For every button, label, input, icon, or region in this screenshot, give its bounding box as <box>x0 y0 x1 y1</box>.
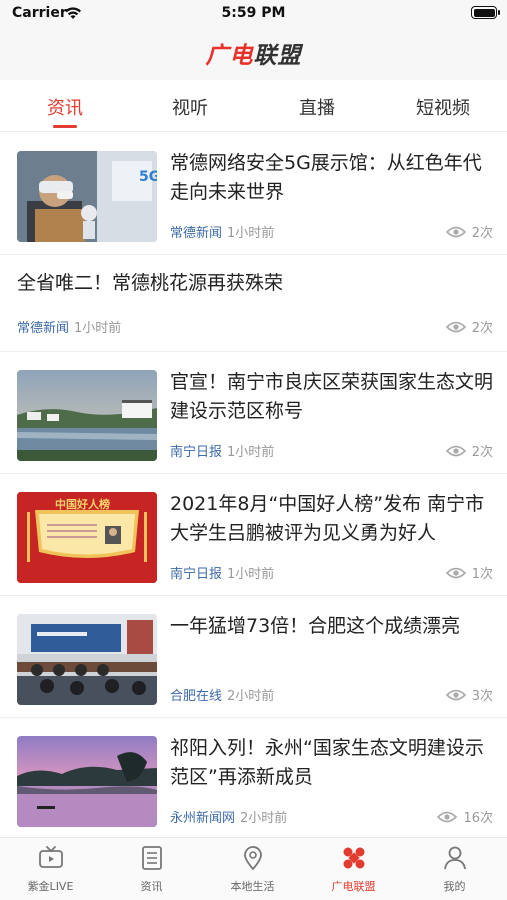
news-item[interactable]: 全省唯二！常德桃花源再获殊荣 常德新闻 1小时前 2次 <box>0 255 507 352</box>
news-item[interactable]: 一年猛增73倍！合肥这个成绩漂亮 合肥在线 2小时前 3次 <box>0 596 507 718</box>
active-tab-indicator <box>53 125 77 128</box>
news-source: 永州新闻网 <box>170 811 236 826</box>
news-meta: 南宁日报 1小时前 <box>170 441 274 460</box>
tab-bar-item-mine[interactable]: 我的 <box>404 844 505 894</box>
tab-bar-label: 紫金LIVE <box>27 880 74 893</box>
view-count-value: 2次 <box>471 321 493 336</box>
view-count-value: 3次 <box>471 689 493 704</box>
tab-bar-item-alliance[interactable]: 广电联盟 <box>303 844 404 894</box>
tab-bar-item-news[interactable]: 资讯 <box>101 844 202 894</box>
news-time: 1小时前 <box>74 321 122 336</box>
location-icon <box>243 846 262 871</box>
news-item[interactable]: 官宣！南宁市良庆区荣获国家生态文明建设示范区称号 南宁日报 1小时前 2次 <box>0 352 507 474</box>
view-count: 1次 <box>445 563 493 582</box>
news-icon <box>141 846 162 870</box>
bottom-tab-bar: 紫金LIVE 资讯 本地生活 广电联盟 我的 <box>0 837 507 900</box>
news-meta: 常德新闻 1小时前 <box>17 317 121 336</box>
news-list: 5G 常德网络安全5G展示馆：从红色年代走向未来世界 常德新闻 1小时前 2次 全… <box>0 133 507 840</box>
news-title: 全省唯二！常德桃花源再获殊荣 <box>17 272 284 294</box>
category-tabs: 资讯 视听 直播 短视频 <box>0 80 507 132</box>
tab-bar-item-live[interactable]: 紫金LIVE <box>0 844 101 894</box>
view-count-value: 2次 <box>471 445 493 460</box>
tab-audio-video[interactable]: 视听 <box>145 94 235 120</box>
eye-icon <box>445 445 466 456</box>
svg-text:5G: 5G <box>139 169 157 185</box>
view-count: 2次 <box>445 317 493 336</box>
news-meta: 合肥在线 2小时前 <box>170 685 274 704</box>
news-meta: 南宁日报 1小时前 <box>170 563 274 582</box>
app-logo: 广电联盟 <box>206 36 302 70</box>
app-header: 广电联盟 <box>0 28 507 80</box>
news-time: 1小时前 <box>227 445 275 460</box>
view-count-value: 16次 <box>463 811 493 826</box>
view-count: 16次 <box>437 807 493 826</box>
news-title: 官宣！南宁市良庆区荣获国家生态文明建设示范区称号 <box>170 371 494 422</box>
tab-live[interactable]: 直播 <box>272 94 362 120</box>
tab-bar-label: 本地生活 <box>230 880 275 893</box>
news-source: 常德新闻 <box>17 321 70 336</box>
view-count-value: 1次 <box>471 567 493 582</box>
news-meta: 常德新闻 1小时前 <box>170 222 274 241</box>
user-icon <box>443 846 466 870</box>
news-source: 常德新闻 <box>170 226 223 241</box>
eye-icon <box>445 226 466 237</box>
news-source: 合肥在线 <box>170 689 223 704</box>
tab-bar-label: 我的 <box>443 880 466 893</box>
eye-icon <box>445 321 466 332</box>
alliance-icon <box>343 847 364 869</box>
news-title: 常德网络安全5G展示馆：从红色年代走向未来世界 <box>170 152 482 203</box>
tab-bar-label: 资讯 <box>140 880 163 893</box>
news-time: 1小时前 <box>227 567 275 582</box>
eye-icon <box>437 811 458 822</box>
news-thumbnail <box>17 370 157 461</box>
news-thumbnail <box>17 614 157 705</box>
view-count: 3次 <box>445 685 493 704</box>
news-item[interactable]: 祁阳入列！永州“国家生态文明建设示范区”再添新成员 永州新闻网 2小时前 16次 <box>0 718 507 840</box>
battery-icon <box>471 6 500 19</box>
view-count: 2次 <box>445 441 493 460</box>
news-source: 南宁日报 <box>170 445 223 460</box>
status-bar: Carrier 5:59 PM <box>0 0 507 28</box>
clock: 5:59 PM <box>221 5 286 21</box>
news-time: 1小时前 <box>227 226 275 241</box>
thumb-poster-text: 中国好人榜 <box>55 497 110 511</box>
news-title: 祁阳入列！永州“国家生态文明建设示范区”再添新成员 <box>170 737 484 788</box>
tab-short-video[interactable]: 短视频 <box>398 94 488 120</box>
tv-icon <box>38 846 63 868</box>
news-time: 2小时前 <box>240 811 288 826</box>
news-thumbnail <box>17 736 157 827</box>
view-count: 2次 <box>445 222 493 241</box>
news-title: 2021年8月“中国好人榜”发布 南宁市大学生吕鹏被评为见义勇为好人 <box>170 493 485 544</box>
eye-icon <box>445 567 466 578</box>
logo-text-secondary: 联盟 <box>253 43 302 69</box>
view-count-value: 2次 <box>471 226 493 241</box>
news-title: 一年猛增73倍！合肥这个成绩漂亮 <box>170 615 461 637</box>
tab-bar-item-local-life[interactable]: 本地生活 <box>202 844 303 894</box>
news-time: 2小时前 <box>227 689 275 704</box>
news-thumbnail: 中国好人榜 <box>17 492 157 583</box>
news-thumbnail: 5G <box>17 151 157 242</box>
news-item[interactable]: 5G 常德网络安全5G展示馆：从红色年代走向未来世界 常德新闻 1小时前 2次 <box>0 133 507 255</box>
tab-bar-label: 广电联盟 <box>331 880 376 893</box>
news-item[interactable]: 中国好人榜 2021年8月“中国好人榜”发布 南宁市大学生吕鹏被评为见义勇为好人… <box>0 474 507 596</box>
news-meta: 永州新闻网 2小时前 <box>170 807 287 826</box>
news-source: 南宁日报 <box>170 567 223 582</box>
eye-icon <box>445 689 466 700</box>
logo-text-primary: 广电 <box>205 43 254 69</box>
tab-news[interactable]: 资讯 <box>20 94 110 120</box>
